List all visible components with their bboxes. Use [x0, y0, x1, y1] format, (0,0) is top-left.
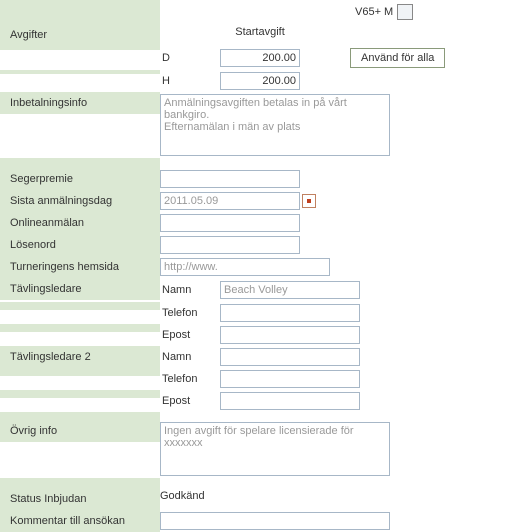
- homepage-input[interactable]: [160, 258, 330, 276]
- label-sista: Sista anmälningsdag: [0, 190, 160, 212]
- comment-textarea[interactable]: [160, 512, 390, 530]
- leader1-email-input[interactable]: [220, 326, 360, 344]
- label-hemsida: Turneringens hemsida: [0, 256, 160, 278]
- leader1-name-input[interactable]: [220, 281, 360, 299]
- label-losenord: Lösenord: [0, 234, 160, 256]
- leader2-phone-input[interactable]: [220, 370, 360, 388]
- payment-info-textarea[interactable]: [160, 94, 390, 156]
- label-telefon-1: Telefon: [160, 307, 220, 319]
- label-kommentar: Kommentar till ansökan: [0, 510, 160, 532]
- label-d: D: [160, 52, 220, 64]
- class-checkbox[interactable]: [397, 4, 413, 20]
- segerpremie-input[interactable]: [160, 170, 300, 188]
- label-h: H: [160, 75, 220, 87]
- label-telefon-2: Telefon: [160, 373, 220, 385]
- online-registration-input[interactable]: [160, 214, 300, 232]
- leader1-phone-input[interactable]: [220, 304, 360, 322]
- label-epost-1: Epost: [160, 329, 220, 341]
- password-input[interactable]: [160, 236, 300, 254]
- label-namn-1: Namn: [160, 284, 220, 296]
- fee-h-input[interactable]: [220, 72, 300, 90]
- use-for-all-button[interactable]: Använd för alla: [350, 48, 445, 68]
- other-info-textarea[interactable]: [160, 422, 390, 476]
- label-tavlingsledare: Tävlingsledare: [0, 278, 160, 300]
- label-tavlingsledare2: Tävlingsledare 2: [0, 346, 160, 368]
- label-inbetalningsinfo: Inbetalningsinfo: [0, 92, 160, 114]
- last-registration-date-input[interactable]: [160, 192, 300, 210]
- class-label: V65+ M: [355, 6, 393, 18]
- leader2-name-input[interactable]: [220, 348, 360, 366]
- fee-d-input[interactable]: [220, 49, 300, 67]
- label-onlineanmalan: Onlineanmälan: [0, 212, 160, 234]
- leader2-email-input[interactable]: [220, 392, 360, 410]
- label-status: Status Inbjudan: [0, 488, 160, 510]
- label-startavgift: Startavgift: [220, 26, 300, 38]
- label-avgifter: Avgifter: [0, 24, 160, 46]
- status-value: Godkänd: [160, 490, 205, 502]
- label-epost-2: Epost: [160, 395, 220, 407]
- calendar-icon[interactable]: [302, 194, 316, 208]
- label-namn-2: Namn: [160, 351, 220, 363]
- label-ovrig: Övrig info: [0, 420, 160, 442]
- label-segerpremie: Segerpremie: [0, 168, 160, 190]
